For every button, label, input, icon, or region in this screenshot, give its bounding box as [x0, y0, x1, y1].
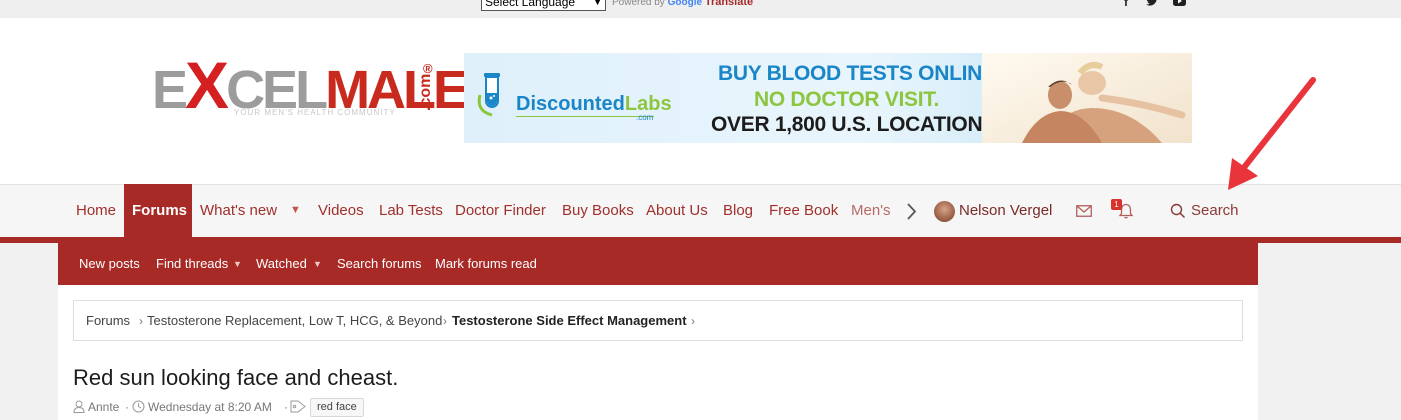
powered-by-google-translate[interactable]: Powered by Google Translate: [612, 0, 753, 8]
breadcrumb: Forums › Testosterone Replacement, Low T…: [73, 300, 1243, 341]
breadcrumb-side-effect-management[interactable]: Testosterone Side Effect Management: [452, 301, 687, 341]
brand-second: Labs: [624, 93, 672, 115]
subnav-find-threads[interactable]: Find threads: [156, 243, 228, 285]
nav-home[interactable]: Home: [76, 184, 116, 237]
user-avatar[interactable]: [934, 201, 955, 222]
subnav-new-posts[interactable]: New posts: [79, 243, 140, 285]
nav-mens[interactable]: Men's: [851, 184, 891, 237]
discountedlabs-ad-banner[interactable]: DiscountedLabs .com BUY BLOOD TESTS ONLI…: [464, 53, 1192, 143]
search-icon[interactable]: [1170, 203, 1186, 219]
meta-separator: ·: [125, 400, 129, 414]
brand-first: Discounted: [516, 93, 625, 115]
subnav-mark-forums-read[interactable]: Mark forums read: [435, 243, 537, 285]
translate-link[interactable]: Translate: [705, 0, 753, 8]
chevron-down-icon[interactable]: ▼: [313, 243, 322, 285]
chevron-right-icon: ›: [691, 314, 695, 328]
excelmale-logo[interactable]: EXCELMALE .com ® YOUR MEN'S HEALTH COMMU…: [152, 48, 469, 141]
nav-buy-books[interactable]: Buy Books: [562, 184, 634, 237]
chevron-right-icon[interactable]: [905, 203, 917, 220]
nav-doctor-finder[interactable]: Doctor Finder: [455, 184, 546, 237]
thread-title: Red sun looking face and cheast.: [73, 365, 399, 390]
powered-by-label: Powered by: [612, 0, 665, 8]
logo-registered-mark: ®: [423, 61, 433, 76]
breadcrumb-testosterone-replacement[interactable]: Testosterone Replacement, Low T, HCG, & …: [147, 301, 442, 341]
site-header: EXCELMALE .com ® YOUR MEN'S HEALTH COMMU…: [0, 18, 1401, 184]
logo-tagline: YOUR MEN'S HEALTH COMMUNITY: [234, 108, 396, 117]
banner-headline-3: OVER 1,800 U.S. LOCATIONS.: [711, 113, 1002, 136]
test-tube-icon: [477, 73, 500, 117]
chevron-right-icon: ›: [139, 314, 143, 328]
nav-blog[interactable]: Blog: [723, 184, 753, 237]
nav-videos[interactable]: Videos: [318, 184, 364, 237]
breadcrumb-forums[interactable]: Forums: [86, 301, 130, 341]
brand-underline: [516, 116, 654, 117]
nav-whats-new[interactable]: What's new: [200, 184, 277, 237]
chevron-down-icon[interactable]: ▼: [290, 184, 301, 237]
brand-suffix: .com: [636, 113, 654, 122]
annotation-arrow-icon: [1228, 77, 1316, 190]
meta-separator: ·: [284, 400, 288, 414]
alerts-badge: 1: [1111, 199, 1122, 210]
chevron-down-icon: ▼: [593, 0, 602, 7]
twitter-icon[interactable]: [1146, 0, 1158, 9]
thread-author[interactable]: Annte: [88, 400, 119, 414]
thread-tag[interactable]: red face: [310, 398, 364, 417]
subnav-search-forums[interactable]: Search forums: [337, 243, 422, 285]
google-wordmark: Google: [667, 0, 703, 8]
banner-headline-1: BUY BLOOD TESTS ONLINE.: [718, 62, 1002, 85]
user-icon: [73, 400, 85, 413]
subnav-watched[interactable]: Watched: [256, 243, 307, 285]
top-utility-bar: Select Language ▼ Powered by Google Tran…: [0, 0, 1401, 18]
envelope-icon[interactable]: [1076, 205, 1092, 217]
youtube-icon[interactable]: [1173, 0, 1186, 9]
language-select[interactable]: Select Language ▼: [481, 0, 606, 11]
couple-photo: [982, 53, 1192, 143]
nav-about-us[interactable]: About Us: [646, 184, 708, 237]
chevron-down-icon[interactable]: ▼: [233, 243, 242, 285]
clock-icon: [132, 400, 145, 413]
nav-forums[interactable]: Forums: [124, 184, 192, 237]
logo-dotcom: .com: [417, 73, 434, 111]
facebook-icon[interactable]: f: [1124, 0, 1128, 9]
logo-e: E: [152, 60, 188, 120]
banner-headline-2: NO DOCTOR VISIT.: [754, 88, 939, 111]
language-select-value: Select Language: [485, 0, 576, 9]
user-menu-name[interactable]: Nelson Vergel: [959, 184, 1052, 237]
tag-icon: [290, 400, 306, 413]
logo-x: X: [185, 48, 229, 122]
thread-date[interactable]: Wednesday at 8:20 AM: [148, 400, 272, 414]
chevron-right-icon: ›: [443, 314, 447, 328]
nav-free-book[interactable]: Free Book: [769, 184, 838, 237]
nav-lab-tests[interactable]: Lab Tests: [379, 184, 443, 237]
